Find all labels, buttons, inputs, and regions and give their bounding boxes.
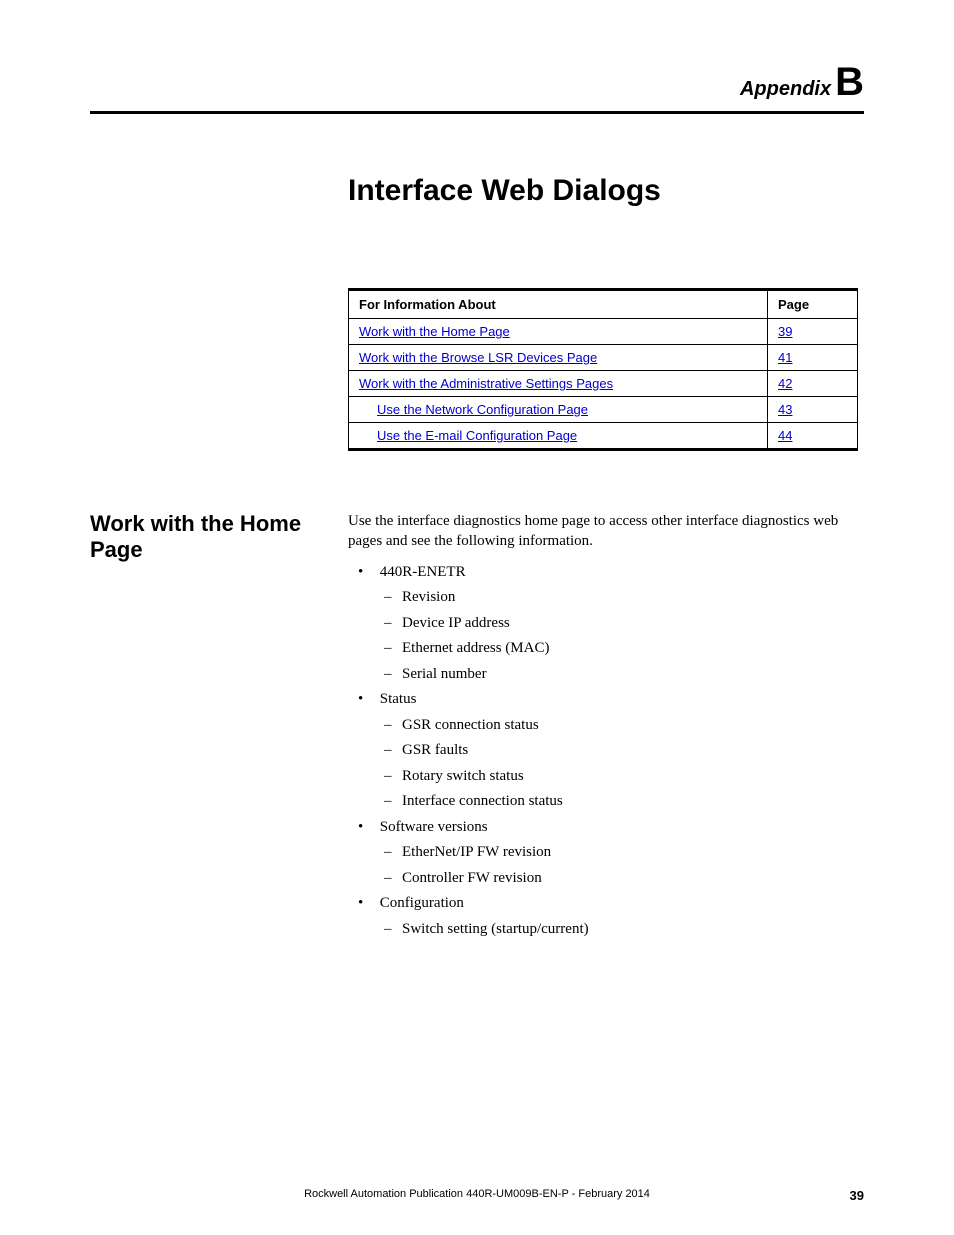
toc-col-page: Page	[768, 290, 858, 319]
bullet-label: Status	[380, 691, 417, 707]
sub-list: EtherNet/IP FW revision Controller FW re…	[376, 840, 864, 891]
section-two-col: Work with the Home Page Use the interfac…	[90, 511, 864, 942]
toc-page-link[interactable]: 44	[778, 428, 792, 443]
toc-row: Work with the Administrative Settings Pa…	[349, 371, 858, 397]
toc-cell-label: Work with the Home Page	[349, 319, 768, 345]
chapter-title: Interface Web Dialogs	[348, 174, 864, 208]
list-item: Status GSR connection status GSR faults …	[376, 687, 864, 815]
list-item: Ethernet address (MAC)	[402, 636, 864, 662]
list-item: Software versions EtherNet/IP FW revisio…	[376, 815, 864, 892]
list-item: Device IP address	[402, 611, 864, 637]
toc-cell-label: Work with the Browse LSR Devices Page	[349, 345, 768, 371]
toc-cell-page: 43	[768, 397, 858, 423]
toc-row: Work with the Browse LSR Devices Page 41	[349, 345, 858, 371]
section-left-col: Work with the Home Page	[90, 511, 328, 942]
list-item: GSR connection status	[402, 713, 864, 739]
toc-cell-page: 41	[768, 345, 858, 371]
list-item: Revision	[402, 585, 864, 611]
toc-cell-page: 42	[768, 371, 858, 397]
toc-link[interactable]: Use the Network Configuration Page	[377, 402, 588, 417]
bullet-label: Software versions	[380, 819, 488, 835]
page-content: AppendixB Interface Web Dialogs For Info…	[0, 0, 954, 1235]
list-item: Controller FW revision	[402, 866, 864, 892]
toc-link[interactable]: Work with the Administrative Settings Pa…	[359, 376, 613, 391]
toc-link[interactable]: Work with the Home Page	[359, 324, 510, 339]
toc-link[interactable]: Work with the Browse LSR Devices Page	[359, 350, 597, 365]
toc-page-link[interactable]: 43	[778, 402, 792, 417]
sub-list: Revision Device IP address Ethernet addr…	[376, 585, 864, 687]
toc-link[interactable]: Use the E-mail Configuration Page	[377, 428, 577, 443]
bullet-label: Configuration	[380, 895, 464, 911]
footer-page-number: 39	[850, 1188, 864, 1203]
header-rule	[90, 111, 864, 114]
section-heading: Work with the Home Page	[90, 511, 328, 564]
toc-cell-label: Work with the Administrative Settings Pa…	[349, 371, 768, 397]
section-intro: Use the interface diagnostics home page …	[348, 511, 864, 552]
bullet-list: 440R-ENETR Revision Device IP address Et…	[348, 560, 864, 943]
section-right-col: Use the interface diagnostics home page …	[348, 511, 864, 942]
toc-cell-label: Use the E-mail Configuration Page	[349, 423, 768, 450]
list-item: Rotary switch status	[402, 764, 864, 790]
list-item: 440R-ENETR Revision Device IP address Et…	[376, 560, 864, 688]
toc-cell-page: 44	[768, 423, 858, 450]
toc-header-row: For Information About Page	[349, 290, 858, 319]
toc-col-info: For Information About	[349, 290, 768, 319]
toc-row: Use the E-mail Configuration Page 44	[349, 423, 858, 450]
list-item: Serial number	[402, 662, 864, 688]
toc-row: Work with the Home Page 39	[349, 319, 858, 345]
toc-page-link[interactable]: 42	[778, 376, 792, 391]
toc-page-link[interactable]: 41	[778, 350, 792, 365]
list-item: GSR faults	[402, 738, 864, 764]
toc-page-link[interactable]: 39	[778, 324, 792, 339]
footer-publication: Rockwell Automation Publication 440R-UM0…	[90, 1188, 864, 1200]
list-item: EtherNet/IP FW revision	[402, 840, 864, 866]
page-footer: Rockwell Automation Publication 440R-UM0…	[90, 1188, 864, 1203]
bullet-label: 440R-ENETR	[380, 564, 466, 580]
appendix-header: AppendixB	[90, 60, 864, 105]
list-item: Configuration Switch setting (startup/cu…	[376, 891, 864, 942]
appendix-word: Appendix	[740, 78, 831, 100]
toc-row: Use the Network Configuration Page 43	[349, 397, 858, 423]
list-item: Interface connection status	[402, 789, 864, 815]
toc-cell-label: Use the Network Configuration Page	[349, 397, 768, 423]
appendix-letter: B	[835, 60, 864, 104]
list-item: Switch setting (startup/current)	[402, 917, 864, 943]
toc-table: For Information About Page Work with the…	[348, 288, 858, 451]
sub-list: Switch setting (startup/current)	[376, 917, 864, 943]
sub-list: GSR connection status GSR faults Rotary …	[376, 713, 864, 815]
toc-cell-page: 39	[768, 319, 858, 345]
